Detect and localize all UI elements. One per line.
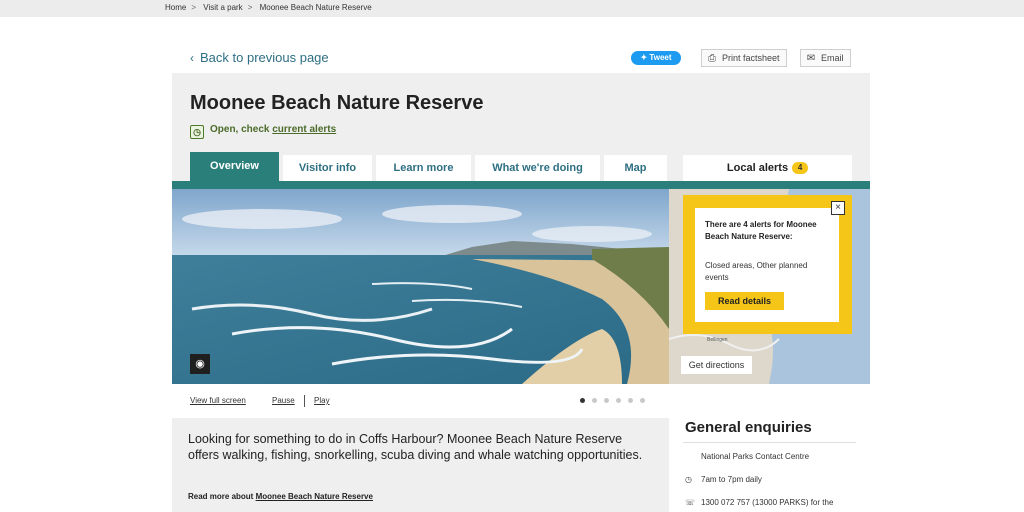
back-link-label: Back to previous page	[200, 50, 329, 65]
chevron-left-icon: ‹	[190, 51, 194, 65]
breadcrumb-current: Moonee Beach Nature Reserve	[259, 3, 372, 12]
print-label: Print factsheet	[722, 53, 780, 63]
phone-number[interactable]: 1300 072 757 (13000 PARKS) for the	[701, 498, 833, 507]
view-full-screen-link[interactable]: View full screen	[190, 396, 246, 405]
read-details-button[interactable]: Read details	[705, 292, 784, 310]
enquiries-divider	[683, 442, 856, 443]
read-more-prefix: Read more about	[188, 492, 254, 501]
printer-icon: ⎙	[708, 53, 716, 64]
breadcrumb: Home > Visit a park > Moonee Beach Nature …	[165, 3, 377, 12]
phone-icon: ☏	[685, 498, 696, 507]
slide-dot-2[interactable]	[592, 398, 597, 403]
local-alerts-label: Local alerts	[726, 162, 789, 174]
read-more: Read more about Moonee Beach Nature Rese…	[188, 492, 373, 501]
envelope-icon: ✉	[806, 53, 816, 64]
tab-map[interactable]: Map	[604, 155, 667, 181]
breadcrumb-visit-a-park[interactable]: Visit a park	[203, 3, 242, 12]
slide-dot-1[interactable]	[580, 398, 585, 403]
tweet-label: Tweet	[649, 53, 672, 62]
pause-button[interactable]: Pause	[272, 396, 295, 405]
clock-icon: ◷	[685, 475, 692, 484]
park-status: ◷ Open, check current alerts	[190, 124, 336, 139]
tab-visitor-info[interactable]: Visitor info	[283, 155, 372, 181]
alerts-popup-body: Closed areas, Other planned events	[705, 261, 808, 282]
beach-illustration	[172, 189, 669, 384]
current-alerts-link[interactable]: current alerts	[272, 124, 336, 135]
breadcrumb-home[interactable]: Home	[165, 3, 186, 12]
back-link[interactable]: ‹ Back to previous page	[190, 50, 329, 65]
breadcrumb-bar: Home > Visit a park > Moonee Beach Nature …	[0, 0, 1024, 17]
slide-dot-3[interactable]	[604, 398, 609, 403]
tab-overview[interactable]: Overview	[190, 152, 279, 181]
contact-centre-name: National Parks Contact Centre	[701, 452, 810, 461]
clock-icon: ◷	[190, 125, 204, 139]
hero-beach-photo[interactable]	[172, 189, 669, 384]
alerts-popup-title: There are 4 alerts for Moonee Beach Natu…	[705, 220, 817, 241]
opening-hours: 7am to 7pm daily	[701, 475, 762, 484]
tab-local-alerts[interactable]: Local alerts 4	[683, 155, 852, 181]
slide-dot-6[interactable]	[640, 398, 645, 403]
email-label: Email	[821, 53, 844, 63]
print-factsheet-button[interactable]: ⎙ Print factsheet	[701, 49, 787, 67]
breadcrumb-separator: >	[191, 3, 197, 12]
control-divider	[304, 395, 305, 407]
email-button[interactable]: ✉ Email	[800, 49, 851, 67]
tweet-button[interactable]: ✦ Tweet	[631, 51, 681, 65]
intro-text: Looking for something to do in Coffs Har…	[188, 432, 643, 462]
play-button[interactable]: Play	[314, 396, 330, 405]
tab-what-were-doing[interactable]: What we're doing	[475, 155, 600, 181]
map-place-label: Bellingen	[707, 337, 728, 343]
tab-underline-bar	[172, 181, 870, 189]
get-directions-button[interactable]: Get directions	[681, 356, 752, 374]
alerts-count-badge: 4	[792, 162, 809, 174]
tab-learn-more[interactable]: Learn more	[376, 155, 471, 181]
page-title: Moonee Beach Nature Reserve	[190, 92, 484, 114]
general-enquiries-heading: General enquiries	[685, 419, 812, 436]
slide-dot-5[interactable]	[628, 398, 633, 403]
slide-dot-4[interactable]	[616, 398, 621, 403]
status-prefix: Open, check	[210, 124, 270, 135]
camera-icon[interactable]: ◉	[190, 354, 210, 374]
close-icon[interactable]: ×	[831, 201, 845, 215]
read-more-link[interactable]: Moonee Beach Nature Reserve	[256, 492, 373, 501]
breadcrumb-separator: >	[247, 3, 253, 12]
